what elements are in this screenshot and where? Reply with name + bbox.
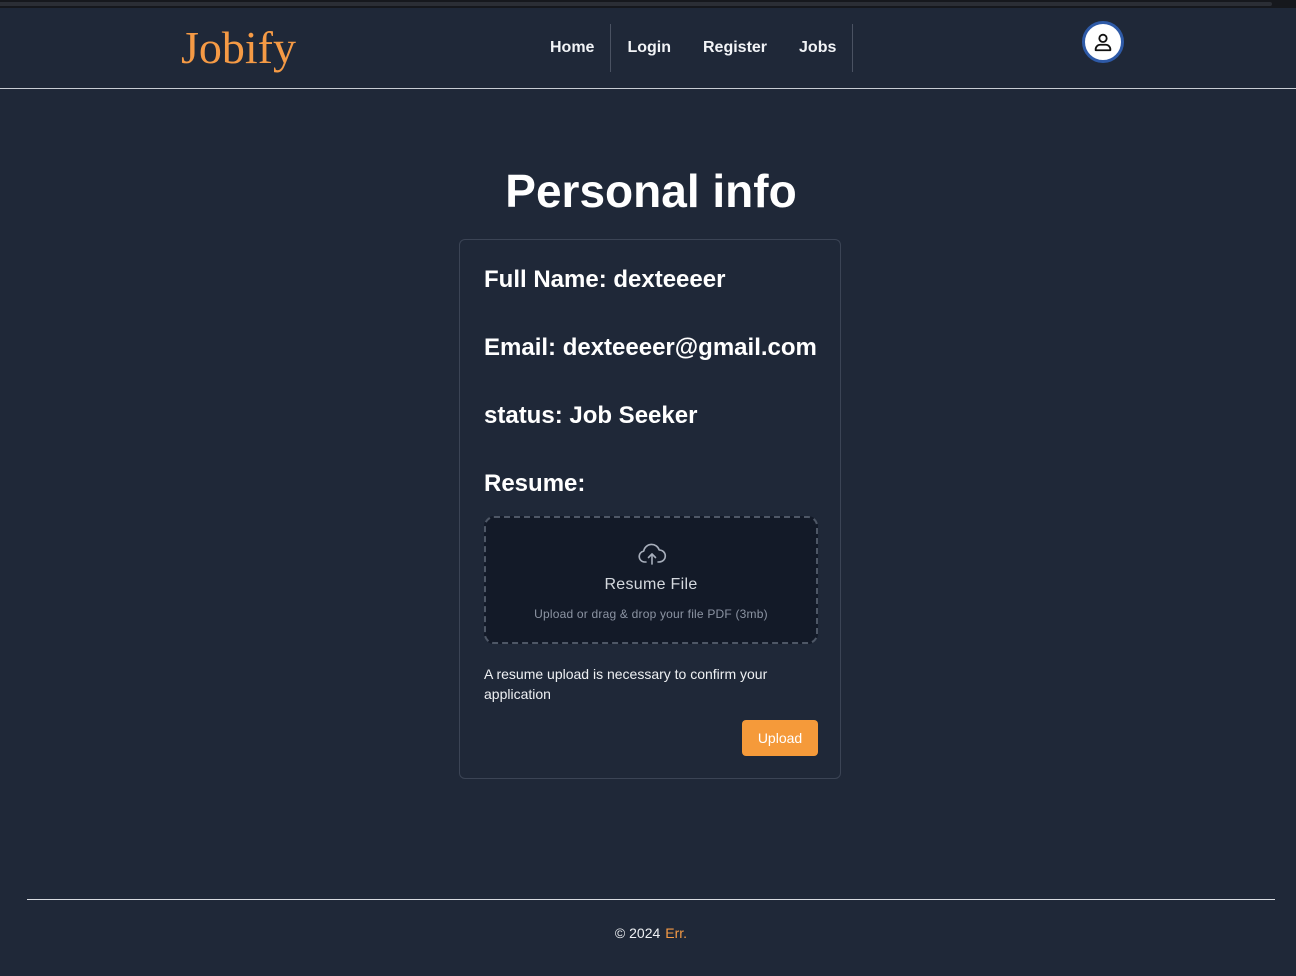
user-icon [1094, 33, 1112, 52]
nav-home-link[interactable]: Home [534, 24, 610, 72]
nav-jobs-link[interactable]: Jobs [783, 24, 852, 72]
footer-divider [27, 899, 1275, 900]
copyright-text: © 2024 [614, 925, 661, 941]
resume-label: Resume: [484, 470, 586, 497]
logo[interactable]: Jobify [181, 21, 296, 75]
personal-info-card: Full Name: dexteeeer Email: dexteeeer@gm… [459, 239, 841, 779]
user-avatar-button[interactable] [1082, 21, 1124, 63]
nav-login-link[interactable]: Login [611, 24, 687, 72]
resume-dropzone[interactable]: Resume File Upload or drag & drop your f… [484, 516, 818, 644]
resume-note: A resume upload is necessary to confirm … [484, 666, 768, 702]
browser-top-strip [0, 0, 1296, 8]
footer-brand-link[interactable]: Err. [665, 925, 687, 941]
dropzone-subtitle: Upload or drag & drop your file PDF (3mb… [534, 607, 768, 621]
scroll-indicator [0, 2, 1272, 6]
navbar: Jobify Home Login Register Jobs [0, 8, 1296, 89]
page-title: Personal info [505, 165, 797, 217]
email-text: Email: dexteeeer@gmail.com [484, 334, 817, 361]
cloud-upload-icon [638, 543, 667, 565]
full-name-text: Full Name: dexteeeer [484, 266, 726, 293]
nav-links: Home Login Register Jobs [534, 24, 854, 72]
footer: © 2024 Err. [0, 925, 1296, 941]
nav-register-link[interactable]: Register [687, 24, 783, 72]
nav-divider [852, 24, 854, 72]
upload-button[interactable]: Upload [742, 720, 818, 756]
dropzone-title: Resume File [604, 576, 698, 593]
status-text: status: Job Seeker [484, 402, 698, 429]
